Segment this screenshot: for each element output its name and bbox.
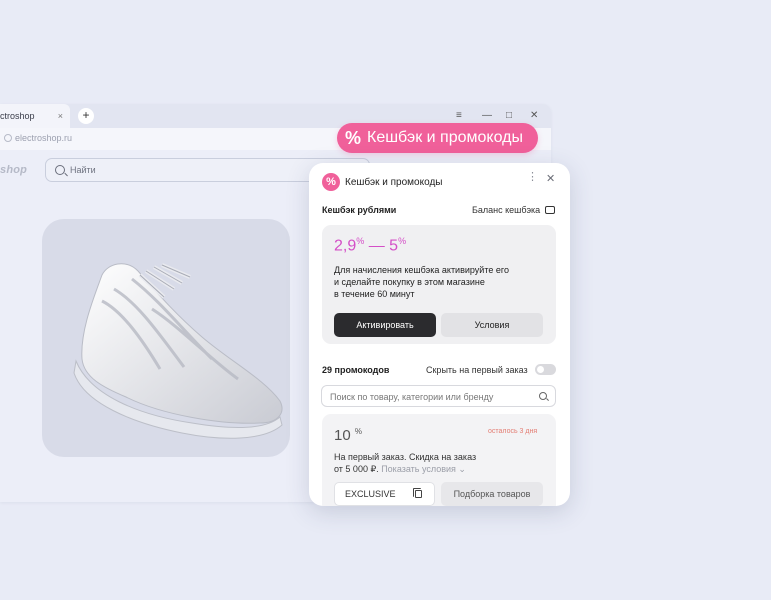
cashback-rubles-label: Кешбэк рублями: [322, 205, 397, 215]
promo-code-button[interactable]: EXCLUSIVE: [334, 482, 435, 506]
promo-line: На первый заказ. Скидка на заказ: [334, 452, 477, 462]
promo-unit: %: [354, 427, 362, 436]
search-icon: [55, 165, 65, 175]
new-tab-button[interactable]: +: [78, 108, 94, 124]
address-url: electroshop.ru: [15, 133, 73, 143]
tab-close-icon[interactable]: ×: [58, 104, 63, 128]
promo-card: 10 % осталось 3 дня На первый заказ. Ски…: [322, 414, 556, 506]
panel-close-icon[interactable]: ✕: [546, 172, 555, 185]
rate-to: 5: [389, 237, 399, 255]
maximize-icon[interactable]: □: [506, 109, 512, 123]
promo-value: 10: [334, 427, 351, 444]
cashback-badge-label: Кешбэк и промокоды: [367, 129, 523, 146]
description-line: и сделайте покупку в этом магазине: [334, 277, 485, 287]
cashback-badge-button[interactable]: % Кешбэк и промокоды: [337, 123, 538, 153]
window-close-icon[interactable]: ✕: [530, 109, 538, 123]
copy-icon[interactable]: [413, 488, 422, 498]
percent-icon: %: [345, 128, 362, 148]
panel-title: Кешбэк и промокоды: [345, 177, 443, 188]
sneaker-image: [73, 263, 283, 439]
promo-search-placeholder: Поиск по товару, категории или бренду: [330, 392, 494, 402]
more-options-icon[interactable]: ⋮: [527, 172, 538, 183]
panel-percent-icon: %: [322, 173, 340, 191]
rate-unit: %: [356, 236, 365, 246]
promo-code: EXCLUSIVE: [345, 489, 396, 499]
rate-dash: —: [368, 237, 385, 255]
cashback-rate: 2,9% — 5%: [334, 236, 406, 255]
minimize-icon[interactable]: —: [482, 109, 492, 123]
cashback-offer-box: 2,9% — 5% Для начисления кешбэка активир…: [322, 225, 556, 344]
hide-first-order-toggle[interactable]: [535, 364, 556, 375]
site-logo[interactable]: shop: [0, 164, 27, 176]
promo-search-input[interactable]: Поиск по товару, категории или бренду: [321, 385, 556, 407]
promo-discount: 10 %: [334, 427, 362, 444]
search-icon: [539, 392, 547, 400]
promo-description: На первый заказ. Скидка на заказ от 5 00…: [334, 451, 554, 475]
product-image-card[interactable]: [42, 219, 290, 457]
show-conditions-link[interactable]: Показать условия ⌄: [381, 464, 466, 474]
description-line: в течение 60 минут: [334, 289, 415, 299]
promo-count: 29 промокодов: [322, 365, 390, 375]
description-line: Для начисления кешбэка активируйте его: [334, 265, 509, 275]
rate-from: 2,9: [334, 237, 357, 255]
hide-first-order-label: Скрыть на первый заказ: [426, 365, 528, 375]
rate-unit: %: [398, 236, 407, 246]
product-selection-button[interactable]: Подборка товаров: [441, 482, 543, 506]
menu-icon[interactable]: ≡: [456, 109, 462, 123]
activate-button[interactable]: Активировать: [334, 313, 436, 337]
tab-title: ctroshop: [0, 111, 35, 121]
conditions-button[interactable]: Условия: [441, 313, 543, 337]
site-search-placeholder: Найти: [70, 165, 96, 175]
wallet-icon[interactable]: [545, 206, 555, 214]
cashback-balance-link[interactable]: Баланс кешбэка: [472, 205, 540, 215]
promo-line: от 5 000 ₽.: [334, 464, 379, 474]
browser-tab[interactable]: ctroshop ×: [0, 104, 70, 128]
cashback-panel: % Кешбэк и промокоды ⋮ ✕ Кешбэк рублями …: [309, 163, 570, 506]
site-info-icon[interactable]: [4, 134, 12, 142]
cashback-description: Для начисления кешбэка активируйте его и…: [334, 264, 534, 300]
promo-time-remaining: осталось 3 дня: [488, 428, 538, 435]
